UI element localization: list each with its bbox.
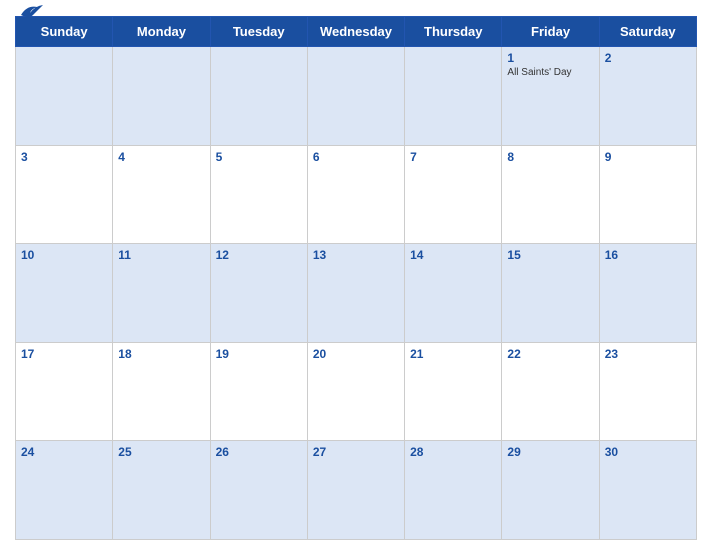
- day-number: 15: [507, 248, 593, 262]
- calendar-cell: 15: [502, 244, 599, 343]
- calendar-cell: [113, 47, 210, 146]
- calendar-cell: 9: [599, 145, 696, 244]
- calendar-cell: 17: [16, 342, 113, 441]
- day-header-thursday: Thursday: [405, 17, 502, 47]
- day-number: 27: [313, 445, 399, 459]
- calendar-cell: 23: [599, 342, 696, 441]
- calendar-week-4: 17 18 19 20 21 22 23: [16, 342, 697, 441]
- day-number: 4: [118, 150, 204, 164]
- calendar-week-5: 24 25 26 27 28 29 30: [16, 441, 697, 540]
- calendar-cell: 4: [113, 145, 210, 244]
- day-number: 1: [507, 51, 593, 65]
- day-header-saturday: Saturday: [599, 17, 696, 47]
- day-number: 11: [118, 248, 204, 262]
- day-number: 24: [21, 445, 107, 459]
- calendar-cell: 10: [16, 244, 113, 343]
- day-number: 26: [216, 445, 302, 459]
- calendar-cell: 28: [405, 441, 502, 540]
- calendar-cell: 3: [16, 145, 113, 244]
- calendar-cell: 19: [210, 342, 307, 441]
- calendar-cell: 18: [113, 342, 210, 441]
- calendar-cell: 12: [210, 244, 307, 343]
- calendar-cell: 22: [502, 342, 599, 441]
- calendar-cell: 24: [16, 441, 113, 540]
- calendar-cell: 14: [405, 244, 502, 343]
- calendar-week-2: 3456789: [16, 145, 697, 244]
- day-number: 5: [216, 150, 302, 164]
- day-number: 2: [605, 51, 691, 65]
- calendar-cell: [405, 47, 502, 146]
- day-header-tuesday: Tuesday: [210, 17, 307, 47]
- calendar-cell: 16: [599, 244, 696, 343]
- day-number: 20: [313, 347, 399, 361]
- calendar-cell: 27: [307, 441, 404, 540]
- day-number: 30: [605, 445, 691, 459]
- day-header-friday: Friday: [502, 17, 599, 47]
- calendar-cell: [210, 47, 307, 146]
- day-number: 21: [410, 347, 496, 361]
- calendar-week-3: 10 11 12 13 14 15 16: [16, 244, 697, 343]
- day-number: 18: [118, 347, 204, 361]
- day-number: 28: [410, 445, 496, 459]
- calendar-cell: 25: [113, 441, 210, 540]
- calendar-cell: 26: [210, 441, 307, 540]
- calendar-cell: [307, 47, 404, 146]
- day-number: 13: [313, 248, 399, 262]
- day-number: 23: [605, 347, 691, 361]
- calendar-table: SundayMondayTuesdayWednesdayThursdayFrid…: [15, 16, 697, 540]
- day-number: 29: [507, 445, 593, 459]
- day-number: 14: [410, 248, 496, 262]
- calendar-cell: 5: [210, 145, 307, 244]
- calendar-cell: 20: [307, 342, 404, 441]
- day-number: 6: [313, 150, 399, 164]
- calendar-cell: 13: [307, 244, 404, 343]
- day-number: 22: [507, 347, 593, 361]
- day-number: 3: [21, 150, 107, 164]
- calendar-cell: 1 All Saints' Day: [502, 47, 599, 146]
- logo: [15, 1, 45, 19]
- calendar-week-1: 1 All Saints' Day 2: [16, 47, 697, 146]
- day-number: 10: [21, 248, 107, 262]
- day-header-monday: Monday: [113, 17, 210, 47]
- day-number: 7: [410, 150, 496, 164]
- day-number: 12: [216, 248, 302, 262]
- calendar-cell: 7: [405, 145, 502, 244]
- calendar-cell: [16, 47, 113, 146]
- calendar-cell: 2: [599, 47, 696, 146]
- day-number: 25: [118, 445, 204, 459]
- day-number: 9: [605, 150, 691, 164]
- calendar-cell: 30: [599, 441, 696, 540]
- day-header-sunday: Sunday: [16, 17, 113, 47]
- day-number: 19: [216, 347, 302, 361]
- calendar-cell: 29: [502, 441, 599, 540]
- calendar-cell: 21: [405, 342, 502, 441]
- calendar-cell: 8: [502, 145, 599, 244]
- day-number: 17: [21, 347, 107, 361]
- logo-bird-icon: [17, 1, 45, 19]
- day-number: 16: [605, 248, 691, 262]
- calendar-cell: 6: [307, 145, 404, 244]
- day-header-wednesday: Wednesday: [307, 17, 404, 47]
- day-event: All Saints' Day: [507, 67, 593, 78]
- day-number: 8: [507, 150, 593, 164]
- calendar-cell: 11: [113, 244, 210, 343]
